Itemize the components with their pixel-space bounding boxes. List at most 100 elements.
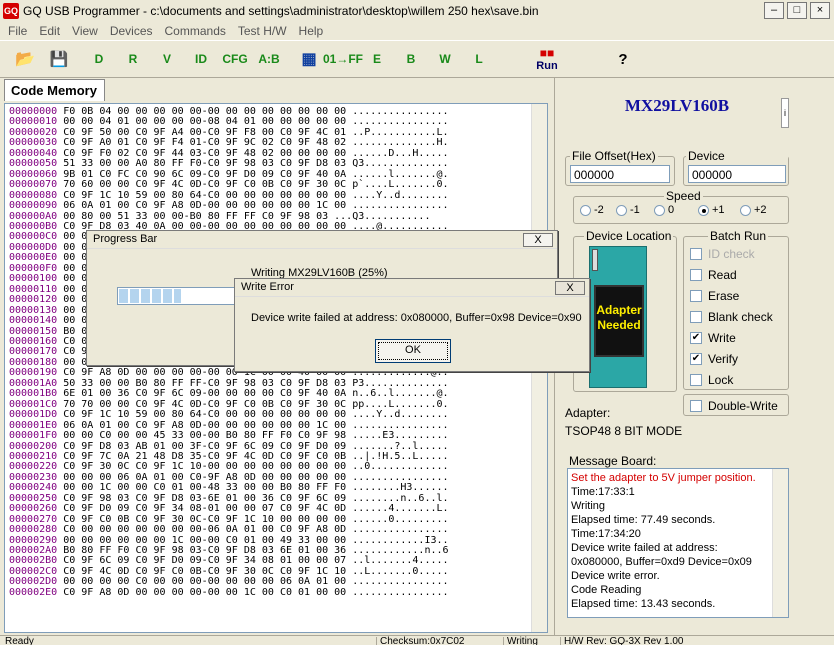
hex-bytes: 00 00 00 00 00 00 1C 00-00 C0 01 00 49 3… bbox=[63, 534, 347, 546]
speed-option-label: 0 bbox=[668, 204, 675, 216]
batch-checkbox-lock[interactable]: Lock bbox=[690, 373, 733, 387]
hex-address: 000000F0 bbox=[9, 262, 58, 274]
progress-close-button[interactable]: X bbox=[523, 233, 553, 247]
lock-button[interactable]: L bbox=[462, 43, 496, 75]
open-button[interactable]: 📂 bbox=[8, 43, 42, 75]
tab-code-memory[interactable]: Code Memory bbox=[4, 79, 105, 101]
message-scrollbar[interactable] bbox=[772, 469, 788, 617]
hex-ascii: n..6..l.......@. bbox=[352, 388, 449, 400]
hex-address: 00000260 bbox=[9, 503, 58, 515]
batch-item-label: ID check bbox=[708, 247, 755, 261]
device-offset-input[interactable]: 000000 bbox=[688, 165, 786, 183]
speed-radio[interactable]: +2 bbox=[740, 204, 767, 216]
menu-test-hw[interactable]: Test H/W bbox=[232, 24, 293, 38]
hex-address: 00000100 bbox=[9, 273, 58, 285]
message-line: Elapsed time: 13.43 seconds. bbox=[571, 598, 716, 610]
hex-address: 00000240 bbox=[9, 482, 58, 494]
erase-button[interactable]: E bbox=[360, 43, 394, 75]
save-button[interactable]: 💾 bbox=[42, 43, 76, 75]
chip-b-icon: B bbox=[406, 52, 416, 66]
batch-checkbox-id-check[interactable]: ID check bbox=[690, 247, 755, 261]
hex-address: 00000010 bbox=[9, 116, 58, 128]
error-close-button[interactable]: X bbox=[555, 281, 585, 295]
batch-checkbox-blank-check[interactable]: Blank check bbox=[690, 310, 773, 324]
menu-view[interactable]: View bbox=[66, 24, 104, 38]
a-to-b-button[interactable]: A:B bbox=[252, 43, 286, 75]
hex-ascii: p`....L.......0. bbox=[352, 179, 449, 191]
window-title: GQ USB Programmer - c:\documents and set… bbox=[23, 4, 539, 18]
speed-radio[interactable]: +1 bbox=[698, 204, 725, 216]
hex-bytes: C0 9F 7C 0A 21 48 D8 35-C0 9F 4C 0D C0 9… bbox=[63, 450, 347, 462]
checkbox-icon bbox=[690, 374, 702, 386]
menu-bar: File Edit View Devices Commands Test H/W… bbox=[0, 22, 834, 40]
file-offset-input[interactable]: 000000 bbox=[570, 165, 670, 183]
close-button[interactable]: × bbox=[810, 2, 830, 19]
batch-checkbox-write[interactable]: ✔ Write bbox=[690, 331, 736, 345]
app-icon: GQ bbox=[3, 3, 19, 19]
message-board[interactable]: Set the adapter to 5V jumper position. Ti… bbox=[567, 468, 789, 618]
message-line: Code Reading bbox=[571, 584, 642, 596]
batch-item-label: Write bbox=[708, 331, 736, 345]
speed-radio[interactable]: -2 bbox=[580, 204, 604, 216]
hex-bytes: C0 9F 50 00 C0 9F A4 00-C0 9F F8 00 C0 9… bbox=[63, 126, 347, 138]
blank-check-button[interactable]: B bbox=[394, 43, 428, 75]
menu-edit[interactable]: Edit bbox=[33, 24, 66, 38]
hex-address: 00000220 bbox=[9, 461, 58, 473]
checkbox-icon bbox=[690, 400, 702, 412]
read-device-button[interactable]: R bbox=[116, 43, 150, 75]
hex-address: 00000170 bbox=[9, 346, 58, 358]
verify-button[interactable]: V bbox=[150, 43, 184, 75]
double-write-label: Double-Write bbox=[708, 399, 778, 413]
maximize-button[interactable]: □ bbox=[787, 2, 807, 19]
hex-bytes: B0 80 FF F0 C0 9F 98 03-C0 9F D8 03 6E 0… bbox=[63, 545, 347, 557]
hex-bytes: C0 9F D8 03 AB 01 00 3F-C0 9F 6C 09 C0 9… bbox=[63, 440, 347, 452]
write-error-dialog: Write Error X Device write failed at add… bbox=[234, 278, 590, 372]
hex-address: 000000D0 bbox=[9, 241, 58, 253]
device-offset-group: Device Offset(Hex) 000000 bbox=[683, 149, 789, 186]
hex-ascii: ........n..6..l. bbox=[352, 492, 449, 504]
minimize-button[interactable]: – bbox=[764, 2, 784, 19]
hex-address: 00000030 bbox=[9, 137, 58, 149]
speed-radio[interactable]: -1 bbox=[616, 204, 640, 216]
hex-ascii: ......4.......L. bbox=[352, 503, 449, 515]
ok-button[interactable]: OK bbox=[375, 339, 451, 363]
message-line: Device write failed at address: bbox=[571, 542, 718, 554]
help-button[interactable]: ? bbox=[606, 43, 640, 75]
device-location-label: Device Location bbox=[584, 229, 674, 243]
calculator-button[interactable]: ▦ bbox=[292, 43, 326, 75]
batch-checkbox-verify[interactable]: ✔ Verify bbox=[690, 352, 738, 366]
menu-file[interactable]: File bbox=[2, 24, 33, 38]
hex-bytes: 00 80 00 51 33 00 00-B0 80 FF FF C0 9F 9… bbox=[63, 210, 329, 222]
radio-icon bbox=[654, 204, 665, 216]
menu-commands[interactable]: Commands bbox=[159, 24, 232, 38]
chip-w-icon: W bbox=[439, 52, 451, 66]
run-button[interactable]: ■■ Run bbox=[530, 43, 564, 75]
batch-checkbox-erase[interactable]: Erase bbox=[690, 289, 739, 303]
device-info-button[interactable]: i bbox=[781, 98, 789, 128]
hex-ascii: ........H3...... bbox=[352, 482, 449, 494]
hex-ascii: ................ bbox=[352, 116, 449, 128]
hex-address: 000002E0 bbox=[9, 586, 58, 598]
menu-devices[interactable]: Devices bbox=[104, 24, 159, 38]
status-hw-rev: H/W Rev: GQ-3X Rev 1.00 bbox=[560, 637, 720, 645]
hex-address: 00000000 bbox=[9, 106, 58, 117]
speed-radio[interactable]: 0 bbox=[654, 204, 674, 216]
hex-ascii: ....Y..d........ bbox=[352, 189, 449, 201]
batch-checkbox-read[interactable]: Read bbox=[690, 268, 737, 282]
hex-bytes: C0 9F C0 0B C0 9F 30 0C-C0 9F 1C 10 00 0… bbox=[63, 513, 347, 525]
hex-ascii: ............I3.. bbox=[352, 534, 449, 546]
read-id-button[interactable]: ID bbox=[184, 43, 218, 75]
config-button[interactable]: CFG bbox=[218, 43, 252, 75]
hex-bytes: 70 70 00 00 C0 9F 4C 0D-C0 9F C0 0B C0 9… bbox=[63, 398, 347, 410]
chip-d-icon: D bbox=[94, 52, 104, 66]
double-write-checkbox[interactable]: Double-Write bbox=[690, 399, 778, 413]
menu-help[interactable]: Help bbox=[293, 24, 330, 38]
write-button[interactable]: W bbox=[428, 43, 462, 75]
batch-run-label: Batch Run bbox=[708, 229, 769, 243]
hex-ascii: ..0............. bbox=[352, 461, 449, 473]
hex-address: 00000020 bbox=[9, 126, 58, 138]
speed-label: Speed bbox=[664, 189, 703, 203]
fill-button[interactable]: 01→FF bbox=[323, 43, 363, 75]
hex-address: 000001D0 bbox=[9, 409, 58, 421]
program-device-button[interactable]: D bbox=[82, 43, 116, 75]
